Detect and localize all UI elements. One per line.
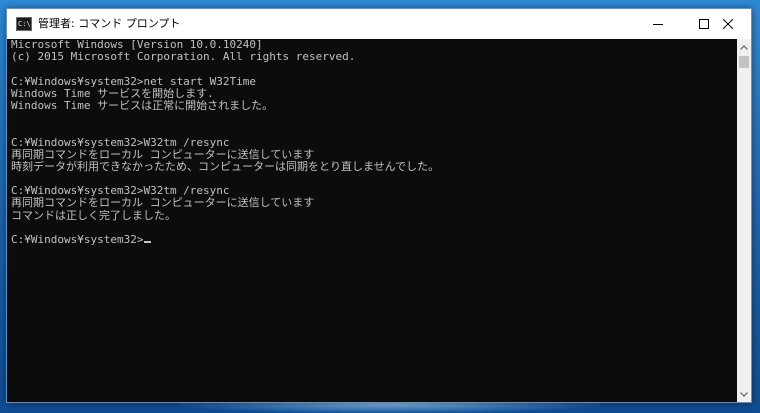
- scroll-down-arrow-icon: [740, 391, 748, 397]
- minimize-button[interactable]: [635, 9, 681, 39]
- console-line: C:¥Windows¥system32>W32tm /resync: [11, 185, 230, 198]
- vertical-scrollbar[interactable]: [737, 39, 751, 402]
- text-cursor: [144, 241, 152, 243]
- console-line: C:¥Windows¥system32>net start W32Time: [11, 75, 257, 88]
- close-icon: [723, 19, 733, 29]
- console-prompt: C:¥Windows¥system32>: [11, 234, 144, 246]
- window-title: 管理者: コマンド プロンプト: [38, 17, 181, 30]
- command-prompt-window: C:\ 管理者: コマンド プロンプト Microsoft Windows [V…: [6, 8, 752, 403]
- title-bar[interactable]: C:\ 管理者: コマンド プロンプト: [7, 9, 751, 39]
- console-line: Windows Time サービスは正常に開始されました。: [11, 99, 274, 112]
- scroll-up-button[interactable]: [737, 39, 751, 55]
- console-line: 再同期コマンドをローカル コンピューターに送信しています: [11, 197, 315, 210]
- command-prompt-icon[interactable]: C:\: [16, 17, 32, 31]
- scroll-down-button[interactable]: [737, 386, 751, 402]
- scroll-up-arrow-icon: [740, 44, 748, 50]
- console-line: Microsoft Windows [Version 10.0.10240]: [11, 39, 263, 51]
- console-line: コマンドは正しく完了しました。: [11, 209, 176, 222]
- console-lines: Microsoft Windows [Version 10.0.10240] (…: [7, 39, 737, 246]
- console-line: C:¥Windows¥system32>W32tm /resync: [11, 136, 230, 149]
- console-line: 再同期コマンドをローカル コンピューターに送信しています: [11, 148, 315, 161]
- console-line: Windows Time サービスを開始します.: [11, 87, 214, 100]
- console-output[interactable]: Microsoft Windows [Version 10.0.10240] (…: [7, 39, 737, 402]
- console-line: 時刻データが利用できなかったため、コンピューターは同期をとり直しませんでした。: [11, 160, 440, 173]
- console-prompt-line[interactable]: C:¥Windows¥system32>: [11, 234, 737, 246]
- close-button[interactable]: [705, 9, 751, 39]
- minimize-icon: [653, 24, 663, 25]
- console-line: (c) 2015 Microsoft Corporation. All righ…: [11, 51, 356, 64]
- scroll-thumb[interactable]: [739, 56, 749, 68]
